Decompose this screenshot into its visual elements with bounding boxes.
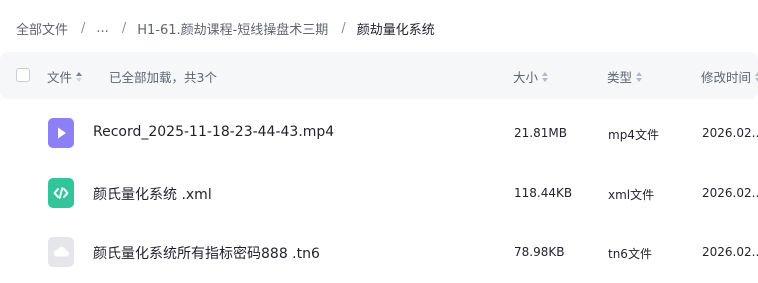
video-file-icon (48, 118, 74, 148)
select-all-checkbox[interactable] (16, 68, 30, 82)
breadcrumb-ellipsis[interactable]: ... (96, 21, 108, 36)
file-name[interactable]: 颜氏量化系统所有指标密码888 .tn6 (93, 243, 320, 263)
breadcrumb: 全部文件 / ... / H1-61.颜劫课程-短线操盘术三期 / 颜劫量化系统 (16, 17, 435, 39)
file-modified: 2026.02... (702, 186, 758, 200)
breadcrumb-separator: / (341, 20, 346, 36)
file-size: 118.44KB (514, 186, 573, 200)
column-header-type[interactable]: 类型 (607, 67, 643, 86)
column-header-modified-label: 修改时间 (701, 70, 752, 85)
file-type: tn6文件 (608, 247, 652, 261)
table-row[interactable]: 颜氏量化系统所有指标密码888 .tn6 78.98KB tn6文件 2026.… (0, 222, 758, 282)
breadcrumb-parent[interactable]: H1-61.颜劫课程-短线操盘术三期 (137, 19, 328, 38)
cloud-file-icon (48, 237, 74, 267)
breadcrumb-separator: / (81, 20, 86, 36)
loaded-status: 已全部加载，共3个 (109, 70, 217, 85)
sort-icon (76, 71, 83, 82)
breadcrumb-separator: / (121, 20, 127, 36)
file-modified: 2026.02... (702, 126, 758, 140)
table-row[interactable]: 颜氏量化系统 .xml 118.44KB xml文件 2026.02... (0, 163, 758, 223)
table-header: 文件 已全部加载，共3个 大小 类型 修改时间 (0, 52, 758, 99)
file-type: xml文件 (608, 188, 655, 202)
file-modified: 2026.02... (702, 245, 758, 259)
breadcrumb-root[interactable]: 全部文件 (16, 19, 68, 38)
sort-icon (542, 71, 549, 82)
file-name[interactable]: 颜氏量化系统 .xml (93, 184, 212, 204)
column-header-size[interactable]: 大小 (513, 67, 549, 86)
column-header-type-label: 类型 (607, 70, 633, 85)
column-header-size-label: 大小 (513, 70, 539, 85)
table-row[interactable]: Record_2025-11-18-23-44-43.mp4 21.81MB m… (0, 103, 758, 163)
file-size: 78.98KB (514, 245, 565, 259)
column-header-name[interactable]: 文件 (47, 67, 83, 86)
breadcrumb-current: 颜劫量化系统 (356, 22, 435, 38)
code-file-icon (48, 178, 74, 208)
column-header-name-label: 文件 (47, 70, 73, 85)
column-header-modified[interactable]: 修改时间 (701, 67, 758, 86)
file-type: mp4文件 (608, 128, 659, 142)
file-name[interactable]: Record_2025-11-18-23-44-43.mp4 (93, 124, 334, 140)
sort-icon (636, 71, 643, 82)
file-size: 21.81MB (514, 126, 567, 140)
